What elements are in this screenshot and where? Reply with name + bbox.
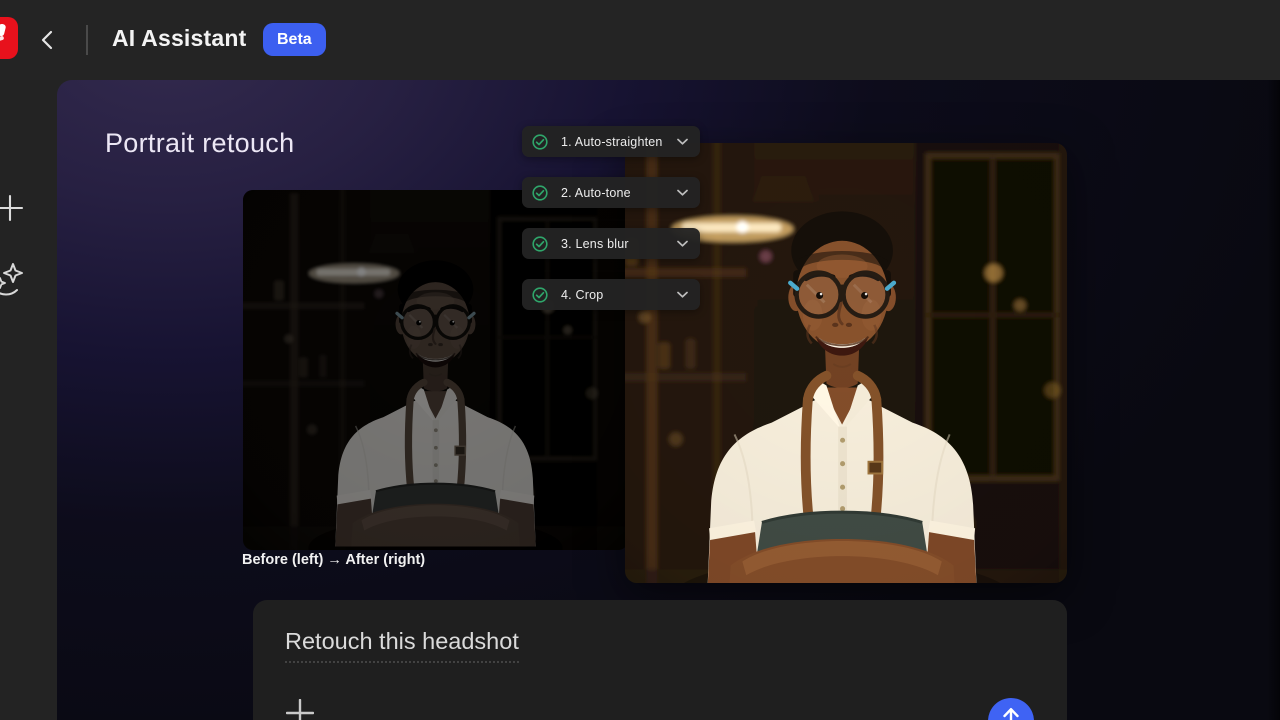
prompt-card: Retouch this headshot bbox=[253, 600, 1067, 720]
right-edge-shade bbox=[1267, 80, 1280, 720]
plus-icon bbox=[286, 699, 314, 720]
beta-badge: Beta bbox=[263, 23, 326, 56]
check-circle-icon bbox=[532, 134, 548, 150]
step-label: 2. Auto-tone bbox=[561, 186, 677, 200]
header-divider bbox=[86, 25, 88, 55]
back-button[interactable] bbox=[34, 26, 62, 54]
chevron-down-icon bbox=[677, 291, 688, 298]
logo-glyph-fragment bbox=[0, 36, 4, 43]
attach-button[interactable] bbox=[286, 699, 314, 720]
app-logo-icon[interactable] bbox=[0, 17, 18, 59]
check-circle-icon bbox=[532, 287, 548, 303]
logo-glyph-fragment bbox=[0, 23, 6, 36]
top-bar: AI Assistant Beta bbox=[0, 0, 1280, 80]
step-label: 1. Auto-straighten bbox=[561, 135, 677, 149]
main-panel: Portrait retouch 1. Auto-straighten bbox=[57, 80, 1280, 720]
before-after-caption: Before (left) → After (right) bbox=[242, 552, 425, 568]
app-window: AI Assistant Beta Portrait retouch bbox=[0, 0, 1280, 720]
send-button[interactable] bbox=[988, 698, 1034, 720]
prompt-input[interactable]: Retouch this headshot bbox=[285, 628, 519, 655]
step-auto-tone[interactable]: 2. Auto-tone bbox=[522, 177, 700, 208]
check-circle-icon bbox=[532, 236, 548, 252]
chevron-down-icon bbox=[677, 189, 688, 196]
step-lens-blur[interactable]: 3. Lens blur bbox=[522, 228, 700, 259]
chevron-down-icon bbox=[677, 240, 688, 247]
retouch-steps-list: 1. Auto-straighten 2. Auto-tone 3. Lens bbox=[522, 126, 700, 330]
check-circle-icon bbox=[532, 185, 548, 201]
section-heading: Portrait retouch bbox=[105, 128, 294, 159]
arrow-up-icon bbox=[999, 703, 1023, 720]
step-label: 4. Crop bbox=[561, 288, 677, 302]
page-title: AI Assistant bbox=[112, 25, 246, 52]
add-icon[interactable] bbox=[0, 194, 24, 222]
ai-sparkle-icon[interactable] bbox=[0, 262, 25, 298]
step-crop[interactable]: 4. Crop bbox=[522, 279, 700, 310]
chevron-left-icon bbox=[36, 28, 60, 52]
sidebar bbox=[0, 80, 57, 720]
step-auto-straighten[interactable]: 1. Auto-straighten bbox=[522, 126, 700, 157]
prompt-text: Retouch this headshot bbox=[285, 628, 519, 663]
step-label: 3. Lens blur bbox=[561, 237, 677, 251]
chevron-down-icon bbox=[677, 138, 688, 145]
